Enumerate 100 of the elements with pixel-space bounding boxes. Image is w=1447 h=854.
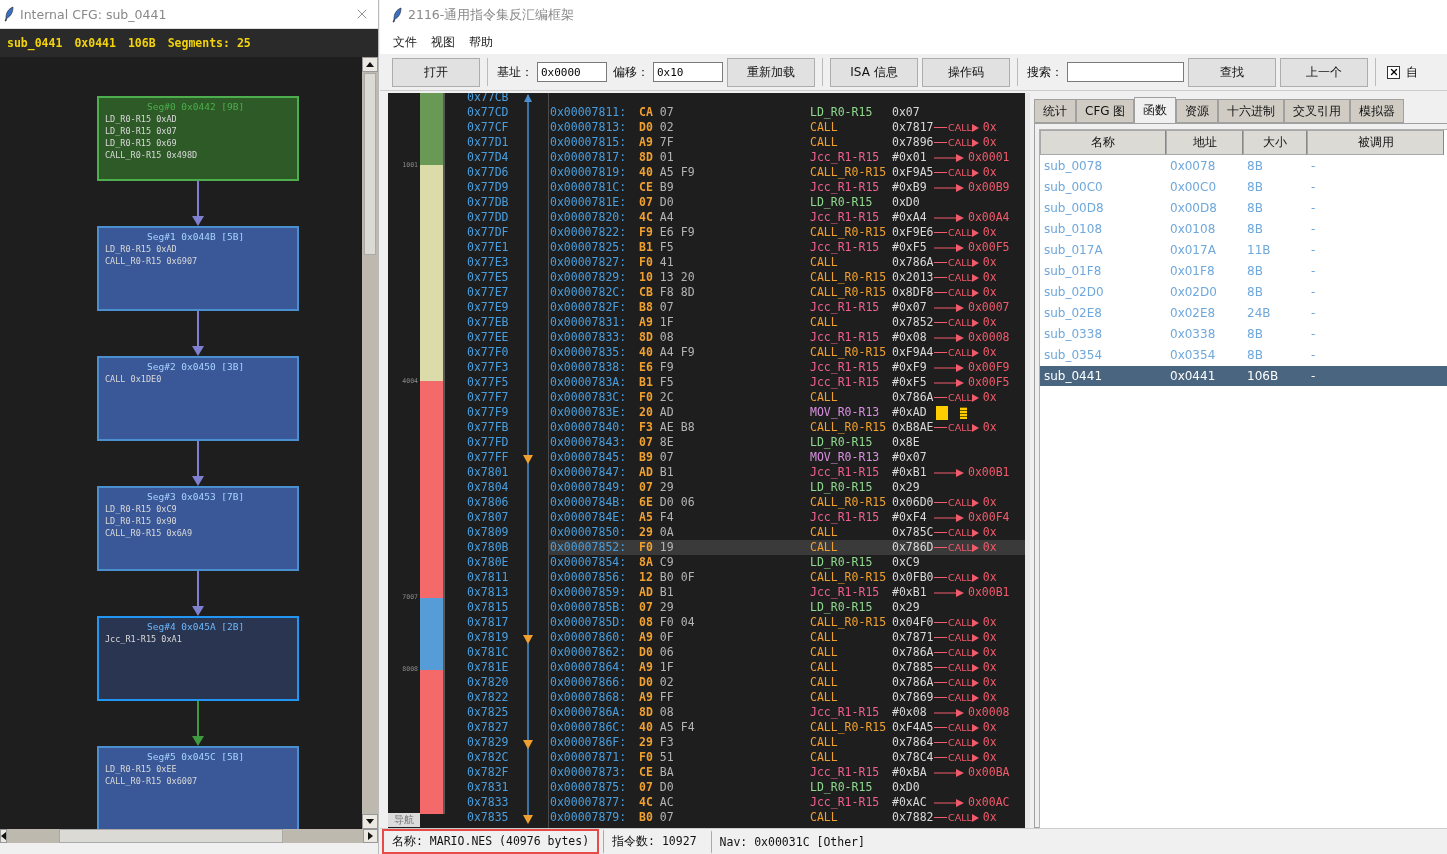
- code-row[interactable]: 0x00007879: B0 07 CALL 0x7882 CALL 0x: [549, 810, 1025, 825]
- code-row[interactable]: 0x00007838: E6 F9 Jcc_R1-R15 #0xF9 0x00F9: [549, 360, 1025, 375]
- code-row[interactable]: 0x0000783C: F0 2C CALL 0x786A CALL 0x: [549, 390, 1025, 405]
- xref-target[interactable]: 0x0008: [968, 705, 1010, 720]
- code-row[interactable]: 0x0000782F: B8 07 Jcc_R1-R15 #0x07 0x0007: [549, 300, 1025, 315]
- xref-target[interactable]: 0x: [982, 690, 997, 705]
- xref-target[interactable]: 0x0007: [968, 300, 1010, 315]
- xref-target[interactable]: 0x: [982, 630, 997, 645]
- code-row[interactable]: 0x0000785D: 08 F0 04 CALL_R0-R15 0x04F0 CALL 0x: [549, 615, 1025, 630]
- code-row[interactable]: 0x00007847: AD B1 Jcc_R1-R15 #0xB1 0x00B1: [549, 465, 1025, 480]
- xref-target[interactable]: 0x: [982, 255, 997, 270]
- code-row[interactable]: 0x00007860: A9 0F CALL 0x7871 CALL 0x: [549, 630, 1025, 645]
- xref-target[interactable]: 0x00F9: [968, 360, 1010, 375]
- xref-target[interactable]: 0x00F5: [968, 240, 1010, 255]
- code-row[interactable]: 0x00007873: CE BA Jcc_R1-R15 #0xBA 0x00BA: [549, 765, 1025, 780]
- tab[interactable]: 统计: [1034, 99, 1076, 123]
- function-row[interactable]: sub_0441 0x0441 106B -: [1040, 366, 1447, 386]
- scroll-down-icon[interactable]: [366, 819, 374, 824]
- input-field[interactable]: 0x0000: [537, 62, 607, 82]
- toolbar-button[interactable]: 打开: [392, 57, 480, 87]
- xref-target[interactable]: 0x: [982, 810, 997, 825]
- xref-target[interactable]: 0x: [982, 750, 997, 765]
- xref-target[interactable]: 0x0001: [968, 150, 1010, 165]
- code-row[interactable]: 0x00007877: 4C AC Jcc_R1-R15 #0xAC 0x00AC: [549, 795, 1025, 810]
- code-row[interactable]: 0x00007820: 4C A4 Jcc_R1-R15 #0xA4 0x00A4: [549, 210, 1025, 225]
- toolbar-button[interactable]: ISA 信息: [830, 57, 918, 87]
- tab[interactable]: 函数: [1134, 97, 1177, 123]
- cfg-node[interactable]: Seg#4 0x045A [2B] Jcc_R1-R15 0xA1: [97, 616, 299, 701]
- toolbar-button[interactable]: 操作码: [922, 57, 1010, 87]
- toolbar-button[interactable]: 重新加载: [727, 57, 815, 87]
- tab[interactable]: 模拟器: [1350, 99, 1405, 123]
- code-row[interactable]: 0x00007827: F0 41 CALL 0x786A CALL 0x: [549, 255, 1025, 270]
- xref-target[interactable]: 0x: [982, 735, 997, 750]
- code-row[interactable]: 0x00007866: D0 02 CALL 0x786A CALL 0x: [549, 675, 1025, 690]
- cfg-node[interactable]: Seg#1 0x044B [5B] LD_R0-R15 0xAD CALL_R0-R15 0x6907: [97, 226, 299, 311]
- xref-target[interactable]: 0x: [982, 495, 997, 510]
- xref-target[interactable]: 0x: [982, 165, 997, 180]
- xref-target[interactable]: 0x00F5: [968, 375, 1010, 390]
- code-row[interactable]: 0x00007854: 8A C9 LD_R0-R15 0xC9: [549, 555, 1025, 570]
- xref-target[interactable]: 0x0008: [968, 330, 1010, 345]
- menu-item[interactable]: 文件: [393, 33, 417, 51]
- xref-target[interactable]: 0x: [982, 720, 997, 735]
- xref-target[interactable]: 0x: [982, 270, 997, 285]
- code-row[interactable]: 0x00007843: 07 8E LD_R0-R15 0x8E: [549, 435, 1025, 450]
- code-row[interactable]: 0x0000786F: 29 F3 CALL 0x7864 CALL 0x: [549, 735, 1025, 750]
- cfg-node[interactable]: Seg#5 0x045C [5B] LD_R0-R15 0xEE CALL_R0-R15 0x6007: [97, 746, 299, 829]
- column-header[interactable]: 名称: [1040, 130, 1166, 155]
- scrollbar-thumb[interactable]: [59, 829, 283, 843]
- code-row[interactable]: 0x00007813: D0 02 CALL 0x7817 CALL 0x: [549, 120, 1025, 135]
- code-row[interactable]: 0x0000786C: 40 A5 F4 CALL_R0-R15 0xF4A5 CALL 0x: [549, 720, 1025, 735]
- scroll-left-icon[interactable]: [1, 832, 6, 840]
- xref-target[interactable]: 0x00A4: [968, 210, 1010, 225]
- xref-target[interactable]: 0x: [982, 285, 997, 300]
- code-row[interactable]: 0x00007856: 12 B0 0F CALL_R0-R15 0x0FB0 CALL 0x: [549, 570, 1025, 585]
- code-row[interactable]: 0x00007815: A9 7F CALL 0x7896 CALL 0x: [549, 135, 1025, 150]
- code-row[interactable]: 0x00007862: D0 06 CALL 0x786A CALL 0x: [549, 645, 1025, 660]
- code-row[interactable]: 0x0000786A: 8D 08 Jcc_R1-R15 #0x08 0x0008: [549, 705, 1025, 720]
- toolbar-button[interactable]: 上一个: [1280, 57, 1368, 87]
- cfg-node[interactable]: Seg#2 0x0450 [3B] CALL 0x1DE0: [97, 356, 299, 441]
- xref-target[interactable]: 0x00AC: [968, 795, 1010, 810]
- xref-target[interactable]: 0x: [982, 120, 997, 135]
- code-row[interactable]: 0x00007859: AD B1 Jcc_R1-R15 #0xB1 0x00B1: [549, 585, 1025, 600]
- code-row[interactable]: 0x00007849: 07 29 LD_R0-R15 0x29: [549, 480, 1025, 495]
- tab[interactable]: 十六进制: [1218, 99, 1285, 123]
- xref-target[interactable]: 0x00B9: [968, 180, 1010, 195]
- code-row[interactable]: 0x0000782C: CB F8 8D CALL_R0-R15 0x8DF8 CALL 0x: [549, 285, 1025, 300]
- cfg-node[interactable]: Seg#0 0x0442 [9B] LD_R0-R15 0xAD LD_R0-R15 0x07 LD_R0-R15 0x69 CALL_R0-R15 0x498D: [97, 96, 299, 181]
- xref-target[interactable]: 0x: [982, 315, 997, 330]
- xref-target[interactable]: 0x: [982, 645, 997, 660]
- xref-target[interactable]: 0x00BA: [968, 765, 1010, 780]
- code-row[interactable]: 0x00007825: B1 F5 Jcc_R1-R15 #0xF5 0x00F5: [549, 240, 1025, 255]
- code-row[interactable]: 0x00007840: F3 AE B8 CALL_R0-R15 0xB8AE CALL 0x: [549, 420, 1025, 435]
- xref-target[interactable]: 0x: [982, 135, 997, 150]
- cfg-node[interactable]: Seg#3 0x0453 [7B] LD_R0-R15 0xC9 LD_R0-R15 0x90 CALL_R0-R15 0x6A9: [97, 486, 299, 571]
- xref-target[interactable]: 0x: [982, 660, 997, 675]
- xref-target[interactable]: 0x00B1: [968, 465, 1010, 480]
- xref-target[interactable]: 0x: [982, 675, 997, 690]
- scroll-right-icon[interactable]: [368, 832, 373, 840]
- checkbox[interactable]: [1387, 65, 1400, 79]
- code-row[interactable]: 0x00007833: 8D 08 Jcc_R1-R15 #0x08 0x0008: [549, 330, 1025, 345]
- scroll-up-icon[interactable]: [366, 62, 374, 67]
- code-row[interactable]: 0x00007864: A9 1F CALL 0x7885 CALL 0x: [549, 660, 1025, 675]
- code-row[interactable]: 0x00007822: F9 E6 F9 CALL_R0-R15 0xF9E6 CALL 0x: [549, 225, 1025, 240]
- code-row[interactable]: 0x0000781E: 07 D0 LD_R0-R15 0xD0: [549, 195, 1025, 210]
- code-row[interactable]: 0x0000785B: 07 29 LD_R0-R15 0x29: [549, 600, 1025, 615]
- tab[interactable]: 交叉引用: [1284, 99, 1351, 123]
- xref-target[interactable]: 0x: [982, 345, 997, 360]
- xref-target[interactable]: 0x: [982, 570, 997, 585]
- code-row[interactable]: 0x00007852: F0 19 CALL 0x786D CALL 0x: [549, 540, 1025, 555]
- code-row[interactable]: 0x0000783A: B1 F5 Jcc_R1-R15 #0xF5 0x00F5: [549, 375, 1025, 390]
- xref-target[interactable]: 0x: [982, 390, 997, 405]
- code-row[interactable]: 0x00007871: F0 51 CALL 0x78C4 CALL 0x: [549, 750, 1025, 765]
- code-row[interactable]: 0x00007831: A9 1F CALL 0x7852 CALL 0x: [549, 315, 1025, 330]
- xref-target[interactable]: 0x: [982, 615, 997, 630]
- column-header[interactable]: 被调用: [1307, 130, 1444, 155]
- code-row[interactable]: 0x00007817: 8D 01 Jcc_R1-R15 #0x01 0x0001: [549, 150, 1025, 165]
- code-row[interactable]: 0x00007845: B9 07 MOV_R0-R13 #0x07: [549, 450, 1025, 465]
- code-row[interactable]: 0x00007850: 29 0A CALL 0x785C CALL 0x: [549, 525, 1025, 540]
- menu-item[interactable]: 帮助: [469, 33, 493, 51]
- code-row[interactable]: 0x0000784E: A5 F4 Jcc_R1-R15 #0xF4 0x00F4: [549, 510, 1025, 525]
